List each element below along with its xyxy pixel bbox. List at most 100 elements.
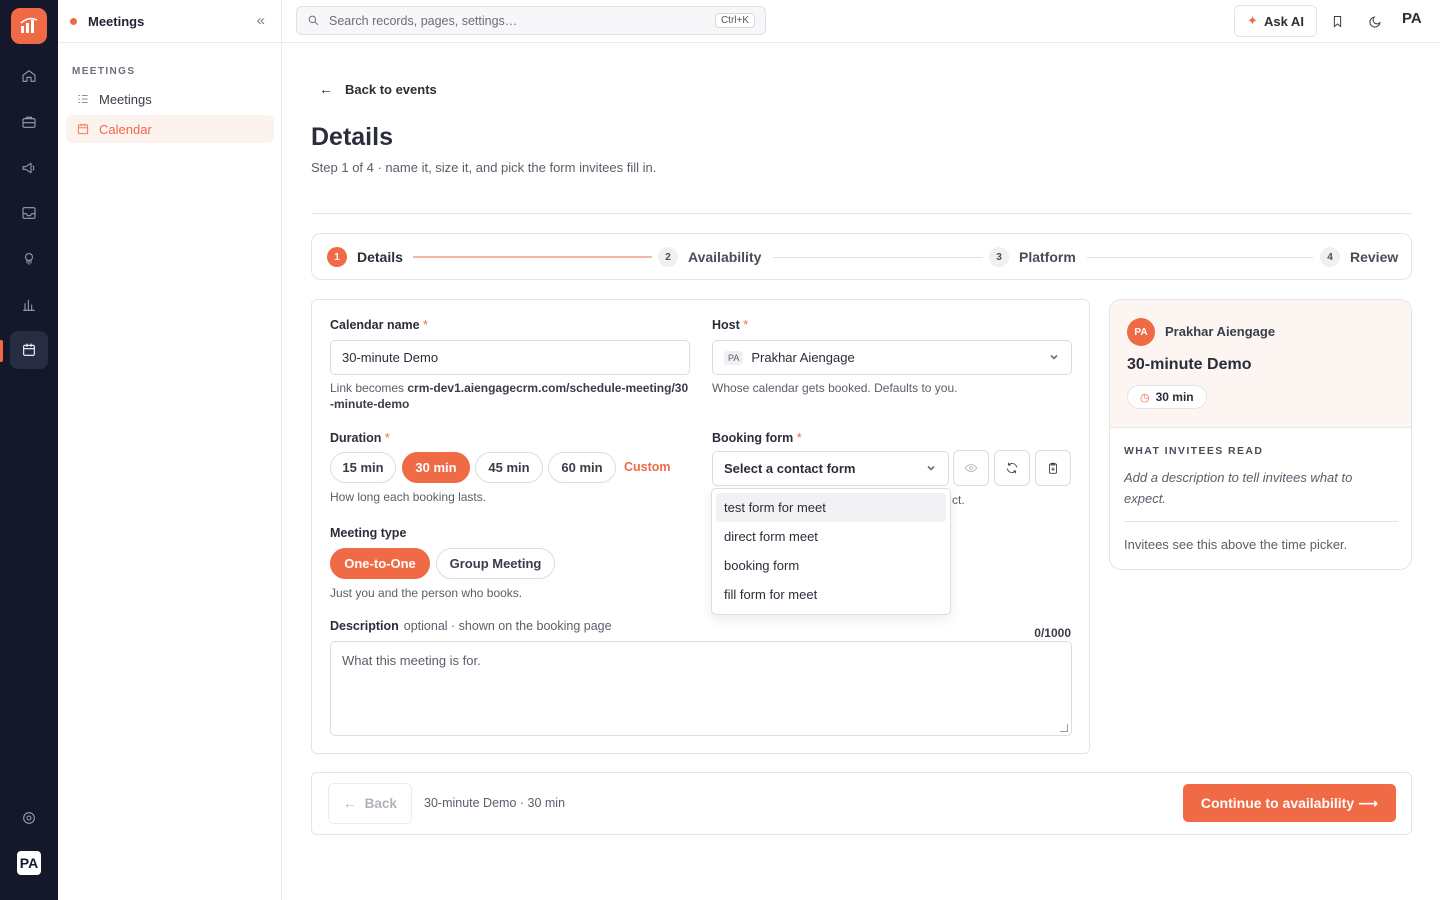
preview-section-label: WHAT INVITEES READ <box>1124 445 1264 457</box>
sidebar-item-meetings[interactable]: Meetings <box>66 85 274 113</box>
duration-label: Duration * <box>330 431 390 445</box>
preview-form-button[interactable] <box>953 450 989 486</box>
home-icon[interactable] <box>10 57 48 95</box>
duration-help: How long each booking lasts. <box>330 490 487 504</box>
sidebar-item-calendar[interactable]: Calendar <box>66 115 274 143</box>
duration-15-chip[interactable]: 15 min <box>330 452 396 483</box>
sidebar-item-label: Meetings <box>99 91 152 107</box>
step-connector <box>773 257 983 258</box>
preview-duration: 30 min <box>1155 390 1194 404</box>
preview-duration-badge: ◷ 30 min <box>1127 385 1207 409</box>
sidebar-title: Meetings <box>88 13 145 29</box>
back-button-label: Back <box>364 796 397 811</box>
dropdown-option[interactable]: direct form meet <box>716 522 946 551</box>
search-input[interactable]: Search records, pages, settings… Ctrl+K <box>296 6 766 35</box>
resize-handle[interactable] <box>1060 724 1068 732</box>
clock-icon: ◷ <box>1140 391 1150 404</box>
back-to-events-link[interactable]: ← Back to events <box>319 81 437 97</box>
preview-title: 30-minute Demo <box>1127 356 1252 373</box>
step-availability[interactable]: 2 Availability <box>658 247 761 267</box>
wizard-footer: ← Back 30-minute Demo · 30 min Continue … <box>311 772 1412 835</box>
sidebar: Meetings « MEETINGS Meetings Calendar <box>58 0 282 900</box>
sparkle-icon: ✦ <box>1247 13 1258 28</box>
duration-60-chip[interactable]: 60 min <box>548 452 616 483</box>
duration-45-chip[interactable]: 45 min <box>475 452 543 483</box>
back-link-label: Back to events <box>345 81 437 97</box>
chevron-down-icon <box>926 461 936 471</box>
description-label: Description optional · shown on the booki… <box>330 619 612 633</box>
module-dot-icon <box>70 17 77 25</box>
booking-form-label: Booking form * <box>712 431 802 445</box>
inbox-icon[interactable] <box>10 194 48 232</box>
step-label: Platform <box>1019 249 1076 265</box>
create-form-button[interactable] <box>1035 450 1071 486</box>
calendar-icon[interactable] <box>10 331 48 369</box>
arrow-left-icon: ← <box>343 796 357 811</box>
step-label: Availability <box>688 249 762 265</box>
step-number: 1 <box>327 247 347 267</box>
sidebar-item-label: Calendar <box>99 121 152 137</box>
booking-form-select[interactable]: Select a contact form <box>712 451 949 486</box>
ask-ai-button[interactable]: ✦ Ask AI <box>1234 5 1317 37</box>
megaphone-icon[interactable] <box>10 149 48 187</box>
sidebar-header: Meetings « <box>58 0 281 43</box>
custom-duration-button[interactable]: Custom <box>624 460 671 474</box>
calendar-name-label: Calendar name * <box>330 318 428 332</box>
user-avatar[interactable]: PA <box>17 851 41 875</box>
continue-button[interactable]: Continue to availability ⟶ <box>1183 784 1396 822</box>
details-form: Calendar name * 30-minute Demo Link beco… <box>311 299 1090 754</box>
dropdown-option[interactable]: test form for meet <box>716 493 946 522</box>
group-meeting-chip[interactable]: Group Meeting <box>436 548 555 579</box>
briefcase-icon[interactable] <box>10 103 48 141</box>
step-review[interactable]: 4 Review <box>1320 247 1398 267</box>
top-avatar[interactable]: PA <box>1402 10 1422 27</box>
meeting-type-help: Just you and the person who books. <box>330 586 523 600</box>
rocket-icon[interactable] <box>10 240 48 278</box>
back-button[interactable]: ← Back <box>328 783 412 824</box>
preview-header: PA Prakhar Aiengage 30-minute Demo ◷ 30 … <box>1110 300 1411 428</box>
booking-form-dropdown: test form for meet direct form meet book… <box>711 488 951 615</box>
app-logo-icon[interactable] <box>11 8 47 44</box>
gear-icon[interactable] <box>10 799 48 837</box>
step-connector <box>413 256 652 258</box>
meeting-type-label: Meeting type <box>330 526 407 540</box>
link-preview-text: Link becomes crm-dev1.aiengagecrm.com/sc… <box>330 381 689 411</box>
dropdown-option[interactable]: fill form for meet <box>716 580 946 609</box>
moon-icon[interactable] <box>1365 11 1385 31</box>
preview-footnote: Invitees see this above the time picker. <box>1124 537 1348 552</box>
eye-icon <box>964 464 978 472</box>
bookmark-icon[interactable] <box>1327 11 1347 31</box>
preview-description: Add a description to tell invitees what … <box>1124 470 1353 506</box>
main-content: ← Back to events Details Step 1 of 4 · n… <box>282 43 1440 900</box>
page-title: Details <box>311 123 393 151</box>
bar-chart-icon[interactable] <box>10 286 48 324</box>
refresh-forms-button[interactable] <box>994 450 1030 486</box>
list-icon <box>78 95 88 103</box>
host-select[interactable]: PA Prakhar Aiengage <box>712 340 1072 375</box>
step-number: 4 <box>1320 247 1340 267</box>
booking-form-placeholder: Select a contact form <box>724 461 856 476</box>
description-textarea[interactable]: What this meeting is for. <box>330 641 1072 736</box>
description-placeholder: What this meeting is for. <box>342 653 481 668</box>
step-platform[interactable]: 3 Platform <box>989 247 1076 267</box>
divider <box>1124 521 1398 522</box>
step-details[interactable]: 1 Details <box>327 247 403 267</box>
step-number: 3 <box>989 247 1009 267</box>
preview-avatar: PA <box>1127 318 1155 346</box>
collapse-sidebar-icon[interactable]: « <box>257 12 265 29</box>
calendar-name-input[interactable]: 30-minute Demo <box>330 340 690 375</box>
step-label: Details <box>357 249 403 265</box>
host-value: Prakhar Aiengage <box>751 350 855 365</box>
search-icon <box>308 15 319 26</box>
host-help: Whose calendar gets booked. Defaults to … <box>712 381 958 395</box>
footer-summary: 30-minute Demo · 30 min <box>424 796 566 810</box>
step-number: 2 <box>658 247 678 267</box>
divider <box>311 213 1412 214</box>
stepper: 1 Details 2 Availability 3 Platform 4 Re… <box>311 233 1412 280</box>
step-connector <box>1087 257 1313 258</box>
booking-preview-card: PA Prakhar Aiengage 30-minute Demo ◷ 30 … <box>1109 299 1412 570</box>
one-to-one-chip[interactable]: One-to-One <box>330 548 430 579</box>
host-avatar: PA <box>724 350 744 365</box>
duration-30-chip[interactable]: 30 min <box>402 452 470 483</box>
dropdown-option[interactable]: booking form <box>716 551 946 580</box>
